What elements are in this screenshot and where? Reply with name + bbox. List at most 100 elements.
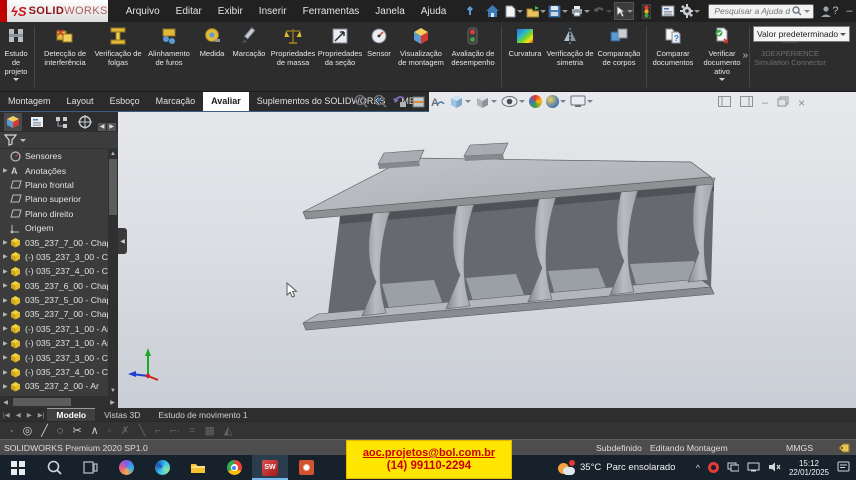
ribbon-verificacao-de-simetria[interactable]: Verificação de simetria	[546, 22, 594, 91]
user-account-icon[interactable]	[820, 2, 832, 20]
copilot-icon[interactable]	[108, 455, 144, 480]
tree-item-origem[interactable]: Origem	[0, 221, 108, 235]
ribbon-verificar-documento-ativo[interactable]: Verificar documento ativo	[697, 22, 747, 91]
banner-email[interactable]: aoc.projetos@bol.com.br	[363, 447, 495, 459]
ribbon-sensor[interactable]: Sensor	[363, 22, 395, 91]
configuration-manager-tab[interactable]	[52, 113, 70, 131]
tree-item-component[interactable]: ▶035_237_6_00 - Chap	[0, 279, 108, 293]
featuremanager-tree-tab[interactable]	[4, 113, 22, 131]
ribbon-overflow-icon[interactable]: »	[742, 50, 748, 61]
filter-funnel-icon[interactable]	[4, 134, 17, 146]
menu-ajuda[interactable]: Ajuda	[413, 2, 455, 21]
scroll-right-icon[interactable]: ▶	[107, 399, 118, 406]
expand-icon[interactable]: ▶	[3, 325, 10, 332]
expand-icon[interactable]: ▶	[3, 311, 10, 318]
search-caret-icon[interactable]	[804, 10, 810, 16]
tray-expand-icon[interactable]: ^	[696, 463, 700, 473]
tree-item-anotacoes[interactable]: ▶AAnotações	[0, 163, 108, 177]
tree-horizontal-scrollbar[interactable]: ◀ ▶	[0, 396, 118, 408]
property-manager-tab[interactable]	[28, 113, 46, 131]
display-style-icon[interactable]	[475, 94, 497, 109]
preset-dropdown[interactable]: Valor predeterminado	[753, 26, 850, 42]
pane-left-icon[interactable]	[718, 94, 731, 112]
window-minimize-button[interactable]: –	[838, 2, 856, 20]
tree-item-sensores[interactable]: Sensores	[0, 149, 108, 163]
undo-icon[interactable]	[592, 2, 612, 20]
scrollbar-thumb[interactable]	[13, 398, 71, 406]
tree-item-component[interactable]: ▶(-) 035_237_4_00 - Ch	[0, 264, 108, 278]
new-document-icon[interactable]	[504, 2, 524, 20]
taskbar-weather[interactable]: 35°C Parc ensolarado	[558, 455, 675, 480]
ribbon-propriedades-de-massa[interactable]: Propriedades de massa	[269, 22, 317, 91]
menu-exibir[interactable]: Exibir	[210, 2, 251, 21]
section-view-icon[interactable]	[411, 94, 426, 109]
home-icon[interactable]	[482, 2, 502, 20]
scrollbar-thumb[interactable]	[109, 159, 117, 215]
expand-icon[interactable]: ▶	[3, 297, 10, 304]
settings-gear-icon[interactable]	[680, 2, 700, 20]
tab-esboco[interactable]: Esboço	[102, 92, 148, 111]
tab-layout[interactable]: Layout	[59, 92, 102, 111]
units-label[interactable]: MMGS	[786, 443, 813, 453]
scroll-down-icon[interactable]: ▼	[108, 386, 118, 396]
ribbon-estudo-de-projeto[interactable]: Estudo de projeto	[0, 22, 32, 91]
panel-tab-scroll-right-icon[interactable]: ▶	[107, 123, 116, 131]
tab-nav-first-icon[interactable]: |◀	[0, 411, 13, 419]
notification-center-icon[interactable]	[837, 459, 850, 477]
expand-icon[interactable]: ▶	[3, 383, 10, 390]
edit-appearance-icon[interactable]	[529, 95, 542, 108]
tree-item-plano-superior[interactable]: Plano superior	[0, 192, 108, 206]
tree-item-component[interactable]: ▶(-) 035_237_4_00 - Ch	[0, 365, 108, 379]
ribbon-comparar-documentos[interactable]: ? Comparar documentos	[649, 22, 697, 91]
tree-item-component[interactable]: ▶035_237_7_00 - Chap	[0, 235, 108, 249]
menu-arquivo[interactable]: Arquivo	[118, 2, 168, 21]
taskbar-search-icon[interactable]	[36, 455, 72, 480]
tree-vertical-scrollbar[interactable]: ▲ ▼	[108, 149, 118, 396]
tree-item-component[interactable]: ▶035_237_5_00 - Chap	[0, 293, 108, 307]
start-button[interactable]	[0, 455, 36, 480]
expand-icon[interactable]: ▶	[3, 354, 10, 361]
doc-restore-icon[interactable]	[777, 94, 789, 112]
tab-estudo-de-movimento[interactable]: Estudo de movimento 1	[149, 408, 256, 421]
apply-scene-icon[interactable]	[546, 95, 566, 108]
dimxpert-manager-tab[interactable]	[76, 113, 94, 131]
tab-marcacao[interactable]: Marcação	[148, 92, 204, 111]
expand-icon[interactable]: ▶	[3, 268, 10, 275]
annotation-visibility-icon[interactable]: A	[430, 94, 445, 109]
tab-avaliar[interactable]: Avaliar	[203, 92, 249, 111]
save-icon[interactable]	[548, 2, 568, 20]
menu-inserir[interactable]: Inserir	[251, 2, 295, 21]
recording-icon[interactable]	[708, 462, 719, 473]
rebuild-traffic-light-icon[interactable]	[636, 2, 656, 20]
tab-nav-last-icon[interactable]: ▶|	[35, 411, 48, 419]
expand-icon[interactable]: ▶	[3, 253, 10, 260]
doc-close-icon[interactable]: ×	[798, 96, 805, 110]
chrome-icon[interactable]	[216, 455, 252, 480]
sketch-line-icon[interactable]: ╱	[41, 423, 48, 439]
zoom-to-fit-icon[interactable]	[354, 94, 369, 109]
select-cursor-icon[interactable]	[614, 2, 634, 20]
ribbon-visualizacao-de-montagem[interactable]: Visualização de montagem	[395, 22, 447, 91]
ribbon-propriedades-da-secao[interactable]: Propriedades da seção	[317, 22, 363, 91]
powerpoint-icon[interactable]	[288, 455, 324, 480]
scroll-up-icon[interactable]: ▲	[108, 149, 118, 159]
hide-show-items-icon[interactable]	[501, 95, 525, 108]
expand-icon[interactable]: ▶	[3, 282, 10, 289]
ribbon-comparacao-de-corpos[interactable]: Comparação de corpos	[594, 22, 644, 91]
help-search-box[interactable]	[708, 4, 814, 19]
expand-icon[interactable]: ▶	[3, 167, 10, 174]
menu-ferramentas[interactable]: Ferramentas	[295, 2, 368, 21]
ribbon-deteccao-de-interferencia[interactable]: Detecção de interferência	[37, 22, 93, 91]
tab-modelo[interactable]: Modelo	[47, 408, 95, 421]
options-list-icon[interactable]	[658, 2, 678, 20]
print-icon[interactable]	[570, 2, 590, 20]
menu-editar[interactable]: Editar	[168, 2, 210, 21]
expand-icon[interactable]: ▶	[3, 369, 10, 376]
tree-item-component[interactable]: ▶(-) 035_237_1_00 - Ar	[0, 336, 108, 350]
expand-icon[interactable]: ▶	[3, 340, 10, 347]
sketch-circle-icon[interactable]: ◎	[23, 423, 33, 439]
ribbon-curvatura[interactable]: Curvatura	[504, 22, 546, 91]
previous-view-icon[interactable]	[392, 94, 407, 109]
tree-item-component[interactable]: ▶(-) 035_237_3_00 - Ch	[0, 250, 108, 264]
filter-caret-icon[interactable]	[20, 139, 26, 145]
